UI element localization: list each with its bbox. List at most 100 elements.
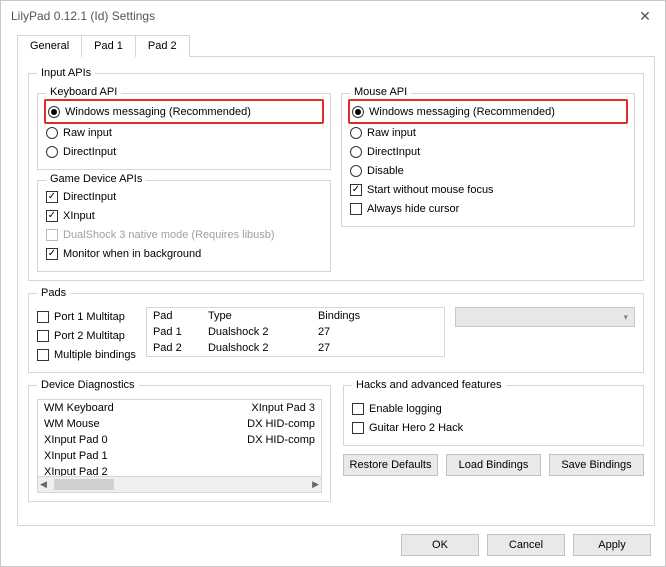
close-icon[interactable]: ✕ (625, 1, 665, 31)
radio-label: DirectInput (63, 146, 116, 158)
load-bindings-button[interactable]: Load Bindings (446, 454, 541, 476)
check-multiple-bindings[interactable]: Multiple bindings (37, 345, 136, 364)
check-guitar-hero-2[interactable]: Guitar Hero 2 Hack (352, 418, 635, 437)
apply-button[interactable]: Apply (573, 534, 651, 556)
checkbox-icon (46, 248, 58, 260)
radio-icon (48, 106, 60, 118)
check-label: DirectInput (63, 191, 116, 203)
radio-mouse-wm[interactable]: Windows messaging (Recommended) (352, 102, 624, 121)
save-bindings-button[interactable]: Save Bindings (549, 454, 644, 476)
check-port2-multitap[interactable]: Port 2 Multitap (37, 326, 136, 345)
list-item[interactable]: XInput Pad 1 (38, 448, 321, 464)
horizontal-scrollbar[interactable]: ◀ ▶ (38, 476, 321, 492)
radio-label: Disable (367, 165, 404, 177)
legend-game-device-apis: Game Device APIs (46, 173, 146, 185)
radio-icon (352, 106, 364, 118)
radio-icon (46, 127, 58, 139)
tabpanel-general: Input APIs Keyboard API Windows messagin… (17, 56, 655, 526)
check-always-hide-cursor[interactable]: Always hide cursor (350, 199, 626, 218)
check-port1-multitap[interactable]: Port 1 Multitap (37, 307, 136, 326)
check-start-without-focus[interactable]: Start without mouse focus (350, 180, 626, 199)
group-game-device-apis: Game Device APIs DirectInput XInput Dual… (37, 180, 331, 272)
group-pads: Pads Port 1 Multitap Port 2 Multitap Mul… (28, 287, 644, 373)
radio-label: Raw input (63, 127, 112, 139)
check-dualshock3: DualShock 3 native mode (Requires libusb… (46, 225, 322, 244)
diagnostics-list[interactable]: WM Keyboard XInput Pad 3 WM Mouse DX HID… (37, 399, 322, 493)
radio-icon (350, 146, 362, 158)
dialog-buttons: OK Cancel Apply (1, 526, 665, 566)
radio-label: Windows messaging (Recommended) (65, 106, 251, 118)
scroll-right-icon[interactable]: ▶ (312, 479, 319, 490)
checkbox-icon (37, 311, 49, 323)
col-pad: Pad (153, 310, 208, 322)
cell-type: Dualshock 2 (208, 342, 318, 354)
group-input-apis: Input APIs Keyboard API Windows messagin… (28, 67, 644, 281)
radio-icon (350, 165, 362, 177)
tabstrip: General Pad 1 Pad 2 (17, 35, 655, 57)
radio-label: Windows messaging (Recommended) (369, 106, 555, 118)
scroll-left-icon[interactable]: ◀ (40, 479, 47, 490)
radio-keyboard-directinput[interactable]: DirectInput (46, 142, 322, 161)
legend-device-diagnostics: Device Diagnostics (37, 379, 139, 391)
ok-button[interactable]: OK (401, 534, 479, 556)
cell-bindings: 27 (318, 342, 438, 354)
check-directinput[interactable]: DirectInput (46, 187, 322, 206)
tab-pad2[interactable]: Pad 2 (135, 35, 190, 57)
checkbox-icon (37, 330, 49, 342)
restore-defaults-button[interactable]: Restore Defaults (343, 454, 438, 476)
checkbox-icon (352, 403, 364, 415)
group-mouse-api: Mouse API Windows messaging (Recommended… (341, 93, 635, 227)
legend-input-apis: Input APIs (37, 67, 95, 79)
list-item[interactable]: WM Keyboard XInput Pad 3 (38, 400, 321, 416)
check-label: XInput (63, 210, 95, 222)
diag-left: XInput Pad 1 (44, 448, 315, 464)
scroll-thumb[interactable] (54, 479, 114, 490)
checkbox-icon (350, 203, 362, 215)
table-row[interactable]: Pad 1 Dualshock 2 27 (147, 324, 444, 340)
chevron-down-icon: ▾ (623, 312, 628, 323)
checkbox-icon (352, 422, 364, 434)
check-xinput[interactable]: XInput (46, 206, 322, 225)
col-type: Type (208, 310, 318, 322)
cancel-button[interactable]: Cancel (487, 534, 565, 556)
check-monitor-background[interactable]: Monitor when in background (46, 244, 322, 263)
checkbox-icon (46, 191, 58, 203)
pad-type-dropdown[interactable]: ▾ (455, 307, 635, 327)
radio-mouse-directinput[interactable]: DirectInput (350, 142, 626, 161)
diag-left: XInput Pad 0 (44, 432, 247, 448)
tab-general[interactable]: General (17, 35, 82, 57)
legend-hacks: Hacks and advanced features (352, 379, 506, 391)
settings-window: LilyPad 0.12.1 (Id) Settings ✕ General P… (0, 0, 666, 567)
check-label: DualShock 3 native mode (Requires libusb… (63, 229, 275, 241)
list-item[interactable]: XInput Pad 0 DX HID-comp (38, 432, 321, 448)
checkbox-icon (37, 349, 49, 361)
radio-mouse-disable[interactable]: Disable (350, 161, 626, 180)
radio-mouse-raw[interactable]: Raw input (350, 123, 626, 142)
group-device-diagnostics: Device Diagnostics WM Keyboard XInput Pa… (28, 379, 331, 502)
check-label: Port 2 Multitap (54, 330, 125, 342)
group-keyboard-api: Keyboard API Windows messaging (Recommen… (37, 93, 331, 170)
diag-right: DX HID-comp (247, 432, 315, 448)
pads-table[interactable]: Pad Type Bindings Pad 1 Dualshock 2 27 P… (146, 307, 445, 357)
checkbox-icon (46, 210, 58, 222)
group-hacks: Hacks and advanced features Enable loggi… (343, 379, 644, 446)
diag-left: WM Keyboard (44, 400, 251, 416)
tab-pad1[interactable]: Pad 1 (81, 35, 136, 57)
col-bindings: Bindings (318, 310, 438, 322)
list-item[interactable]: WM Mouse DX HID-comp (38, 416, 321, 432)
checkbox-icon (46, 229, 58, 241)
radio-icon (350, 127, 362, 139)
legend-pads: Pads (37, 287, 70, 299)
check-label: Start without mouse focus (367, 184, 494, 196)
window-title: LilyPad 0.12.1 (Id) Settings (11, 9, 155, 23)
check-label: Enable logging (369, 403, 442, 415)
titlebar: LilyPad 0.12.1 (Id) Settings ✕ (1, 1, 665, 31)
cell-type: Dualshock 2 (208, 326, 318, 338)
radio-keyboard-wm[interactable]: Windows messaging (Recommended) (48, 102, 320, 121)
table-row[interactable]: Pad 2 Dualshock 2 27 (147, 340, 444, 356)
check-label: Multiple bindings (54, 349, 136, 361)
radio-keyboard-raw[interactable]: Raw input (46, 123, 322, 142)
check-enable-logging[interactable]: Enable logging (352, 399, 635, 418)
highlight-keyboard-wm: Windows messaging (Recommended) (44, 99, 324, 124)
table-header: Pad Type Bindings (147, 308, 444, 324)
